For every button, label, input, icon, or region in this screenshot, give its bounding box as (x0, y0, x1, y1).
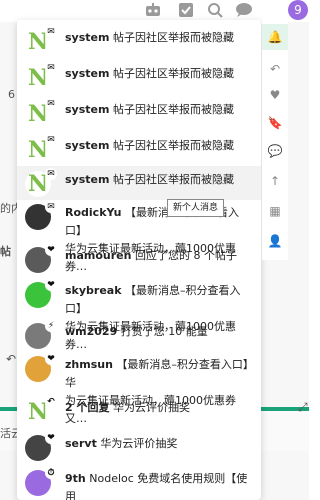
notification-item[interactable]: N ✉ system 帖子因社区举报而被隐藏 (17, 60, 261, 96)
user-icon[interactable]: 👤 (262, 228, 288, 254)
notification-text: system 帖子因社区举报而被隐藏 (65, 29, 255, 47)
user-menu-tabs: 🔔 ↶ ♥ 🔖 💬 ↑ ▦ 👤 (262, 20, 288, 260)
avatar: ✉ (25, 201, 57, 230)
notification-type-icon: ⚡ (45, 320, 57, 332)
notification-message: 华为云评价抽奖 (112, 401, 190, 414)
reply-icon[interactable]: ↶ (262, 56, 288, 82)
notification-user: system (65, 173, 110, 186)
notification-type-icon: ✉ (45, 168, 57, 180)
notification-type-icon: ❤ (45, 279, 57, 291)
notification-user: 9th (65, 472, 86, 485)
notification-item[interactable]: ❤ skybreak 【最新消息–积分查看入口】 华为云集证最新活动，薅1000优惠… (17, 278, 261, 351)
notification-type-icon: ✉ (45, 134, 57, 146)
notification-type-icon: ✉ (45, 201, 57, 213)
notification-message: 帖子因社区举报而被隐藏 (112, 139, 234, 152)
notification-user: wm2029 (65, 325, 118, 338)
notification-user: servt (65, 437, 97, 450)
heart-icon[interactable]: ♥ (262, 82, 288, 108)
notification-type-icon: ↶ (45, 396, 57, 408)
notification-text: mamouren 回应了您的 8 个帖子 (65, 247, 255, 265)
avatar: N ↶ (25, 396, 57, 425)
notification-item[interactable]: N ↶ 2 个回复 华为云评价抽奖 (17, 394, 261, 430)
notification-message: 回应了您的 8 个帖子 (134, 249, 237, 262)
notification-text: system 帖子因社区举报而被隐藏 (65, 101, 255, 119)
user-avatar[interactable]: 9 (288, 0, 308, 20)
notification-item[interactable]: ❤ zhmsun 【最新消息–积分查看入口】 华为云集证最新活动，薅1000优惠券… (17, 352, 261, 425)
check-box-icon[interactable] (176, 1, 196, 19)
notification-type-icon: ❤ (45, 244, 57, 256)
notification-message: 帖子因社区举报而被隐藏 (112, 173, 234, 186)
notification-item[interactable]: N ✉ system 帖子因社区举报而被隐藏 (17, 166, 261, 200)
background-text: 6 (8, 88, 15, 101)
message-icon[interactable]: 💬 (262, 138, 288, 164)
notification-item[interactable]: ⚡ wm2029 打赏了您 10 能量 (17, 318, 261, 352)
notification-user: system (65, 139, 110, 152)
notification-type-icon: ❤ (45, 432, 57, 444)
notification-message: 帖子因社区举报而被隐藏 (112, 31, 234, 44)
avatar: ❤ (25, 244, 57, 273)
avatar: ⏱ (25, 467, 57, 496)
notification-message: 帖子因社区举报而被隐藏 (112, 67, 234, 80)
notifications-dropdown: N ✉ system 帖子因社区举报而被隐藏 N ✉ system 帖子因社区举报而被隐藏… (17, 20, 261, 500)
notification-item[interactable]: ❤ servt 华为云评价抽奖 (17, 430, 261, 466)
notification-text: wm2029 打赏了您 10 能量 (65, 323, 255, 341)
header-bar: 9 (0, 0, 309, 22)
notification-item[interactable]: N ✉ system 帖子因社区举报而被隐藏 (17, 96, 261, 132)
notification-type-icon: ❤ (45, 353, 57, 365)
avatar: N ✉ (25, 62, 57, 91)
robot-icon[interactable] (143, 1, 163, 19)
notification-type-icon: ✉ (45, 26, 57, 38)
notification-user: 2 个回复 (65, 401, 110, 414)
notification-item[interactable]: N ✉ system 帖子因社区举报而被隐藏 (17, 24, 261, 60)
notification-text: 9th Nodeloc 免费域名使用规则【使用免费域名的用户请关注】 (65, 470, 255, 500)
notification-text: system 帖子因社区举报而被隐藏 (65, 137, 255, 155)
notification-user: mamouren (65, 249, 132, 262)
notification-item[interactable]: ⏱ 9th Nodeloc 免费域名使用规则【使用免费域名的用户请关注】 (17, 466, 261, 500)
notification-text: system 帖子因社区举报而被隐藏 (65, 65, 255, 83)
avatar: ❤ (25, 353, 57, 382)
notification-user: skybreak (65, 284, 122, 297)
notification-user: RodickYu (65, 206, 122, 219)
avatar: N ✉ (25, 134, 57, 163)
avatar: ❤ (25, 279, 57, 308)
bookmark-icon[interactable]: 🔖 (262, 110, 288, 136)
background-text: 帖 (0, 245, 11, 258)
notification-user: system (65, 31, 110, 44)
notification-message: 打赏了您 10 能量 (120, 325, 208, 338)
notification-message: 华为云评价抽奖 (100, 437, 178, 450)
avatar: N ✉ (25, 98, 57, 127)
notification-type-icon: ✉ (45, 98, 57, 110)
tooltip: 新个人消息 (167, 199, 225, 217)
chat-icon[interactable] (234, 1, 254, 19)
avatar: N ✉ (25, 168, 57, 197)
reply-small-icon: ↶ (6, 352, 17, 366)
notification-message: Nodeloc 免费域名使用规则【使用 (65, 472, 248, 500)
avatar: ⚡ (25, 320, 57, 349)
expand-icon[interactable]: ⤢ (298, 400, 308, 415)
notification-user: system (65, 67, 110, 80)
notification-item[interactable]: N ✉ system 帖子因社区举报而被隐藏 (17, 132, 261, 166)
notification-user: system (65, 103, 110, 116)
grid-icon[interactable]: ▦ (262, 198, 288, 224)
arrow-up-icon[interactable]: ↑ (262, 168, 288, 194)
notification-type-icon: ⏱ (45, 467, 57, 479)
notification-item[interactable]: ✉RodickYu 【最新消息-积分查看入口】华为云集证最新活动，薅1000优惠… (17, 200, 261, 273)
notification-text: 2 个回复 华为云评价抽奖 (65, 399, 255, 417)
avatar: ❤ (25, 432, 57, 461)
notification-message: 帖子因社区举报而被隐藏 (112, 103, 234, 116)
notification-item[interactable]: ❤ mamouren 回应了您的 8 个帖子 (17, 242, 261, 278)
bell-icon[interactable]: 🔔 (262, 24, 288, 50)
notification-type-icon: ✉ (45, 62, 57, 74)
notification-text: system 帖子因社区举报而被隐藏 (65, 171, 255, 189)
search-icon[interactable] (205, 1, 225, 19)
notification-text: servt 华为云评价抽奖 (65, 435, 255, 453)
notification-user: zhmsun (65, 358, 113, 371)
avatar: N ✉ (25, 26, 57, 55)
